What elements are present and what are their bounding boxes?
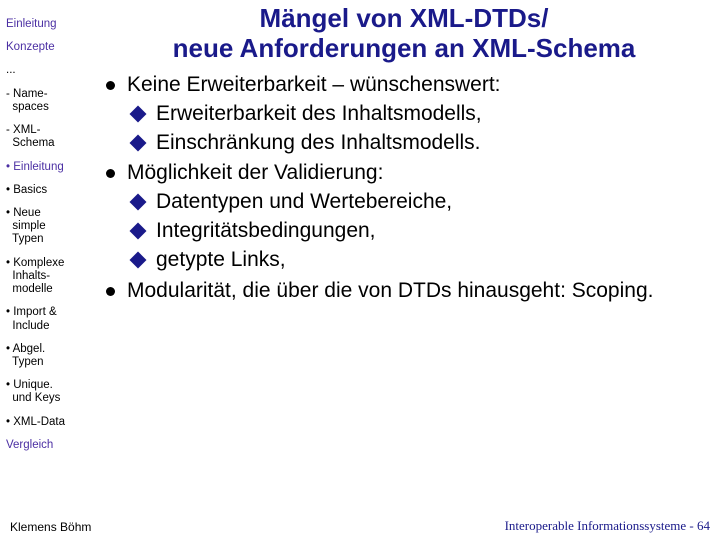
nav-einleitung[interactable]: Einleitung (6, 18, 92, 31)
bullet-dot-icon (106, 287, 115, 296)
bullet-diamond-icon (130, 252, 147, 269)
footer-page-info: Interoperable Informationssysteme - 64 (505, 518, 710, 534)
bullet-level2: getypte Links, (132, 247, 710, 274)
bullet-text: Keine Erweiterbarkeit – wünschenswert: (127, 72, 710, 99)
bullet-level1: Modularität, die über die von DTDs hinau… (106, 278, 710, 305)
nav-komplexe-inhaltsmodelle[interactable]: • Komplexe Inhalts- modelle (6, 257, 92, 297)
nav-vergleich[interactable]: Vergleich (6, 439, 92, 452)
nav-import-include[interactable]: • Import & Include (6, 306, 92, 332)
bullet-text: Einschränkung des Inhaltsmodells. (156, 130, 710, 157)
nav-neue-simple-typen[interactable]: • Neue simple Typen (6, 207, 92, 247)
bullet-diamond-icon (130, 194, 147, 211)
slide: Einleitung Konzepte ... - Name- spaces -… (0, 0, 720, 540)
bullet-level2: Datentypen und Wertebereiche, (132, 189, 710, 216)
bullet-dot-icon (106, 81, 115, 90)
nav-unique-keys[interactable]: • Unique. und Keys (6, 379, 92, 405)
main-content: Mängel von XML-DTDs/ neue Anforderungen … (96, 0, 720, 518)
bullet-text: Möglichkeit der Validierung: (127, 160, 710, 187)
bullet-diamond-icon (130, 134, 147, 151)
nav-konzepte[interactable]: Konzepte (6, 41, 92, 54)
nav-ellipsis: ... (6, 64, 92, 77)
nav-basics[interactable]: • Basics (6, 184, 92, 197)
slide-title: Mängel von XML-DTDs/ neue Anforderungen … (98, 4, 710, 64)
nav-xml-schema[interactable]: - XML- Schema (6, 124, 92, 150)
footer-author: Klemens Böhm (10, 520, 91, 534)
sidebar-nav: Einleitung Konzepte ... - Name- spaces -… (0, 0, 96, 518)
nav-namespaces[interactable]: - Name- spaces (6, 88, 92, 114)
bullet-text: Modularität, die über die von DTDs hinau… (127, 278, 710, 305)
bullet-text: Datentypen und Wertebereiche, (156, 189, 710, 216)
bullet-diamond-icon (130, 223, 147, 240)
bullet-level1: Keine Erweiterbarkeit – wünschenswert: (106, 72, 710, 99)
bullet-dot-icon (106, 169, 115, 178)
bullet-level2: Integritätsbedingungen, (132, 218, 710, 245)
nav-xml-data[interactable]: • XML-Data (6, 416, 92, 429)
bullet-list: Keine Erweiterbarkeit – wünschenswert: E… (98, 72, 710, 305)
bullet-level2: Einschränkung des Inhaltsmodells. (132, 130, 710, 157)
slide-footer: Klemens Böhm Interoperable Informationss… (0, 518, 720, 540)
bullet-level2: Erweiterbarkeit des Inhaltsmodells, (132, 101, 710, 128)
bullet-text: Integritätsbedingungen, (156, 218, 710, 245)
slide-body: Einleitung Konzepte ... - Name- spaces -… (0, 0, 720, 518)
nav-sub-einleitung[interactable]: • Einleitung (6, 161, 92, 174)
bullet-text: Erweiterbarkeit des Inhaltsmodells, (156, 101, 710, 128)
title-line-2: neue Anforderungen an XML-Schema (173, 33, 636, 63)
bullet-diamond-icon (130, 105, 147, 122)
bullet-text: getypte Links, (156, 247, 710, 274)
bullet-level1: Möglichkeit der Validierung: (106, 160, 710, 187)
title-line-1: Mängel von XML-DTDs/ (260, 3, 549, 33)
nav-abgel-typen[interactable]: • Abgel. Typen (6, 343, 92, 369)
